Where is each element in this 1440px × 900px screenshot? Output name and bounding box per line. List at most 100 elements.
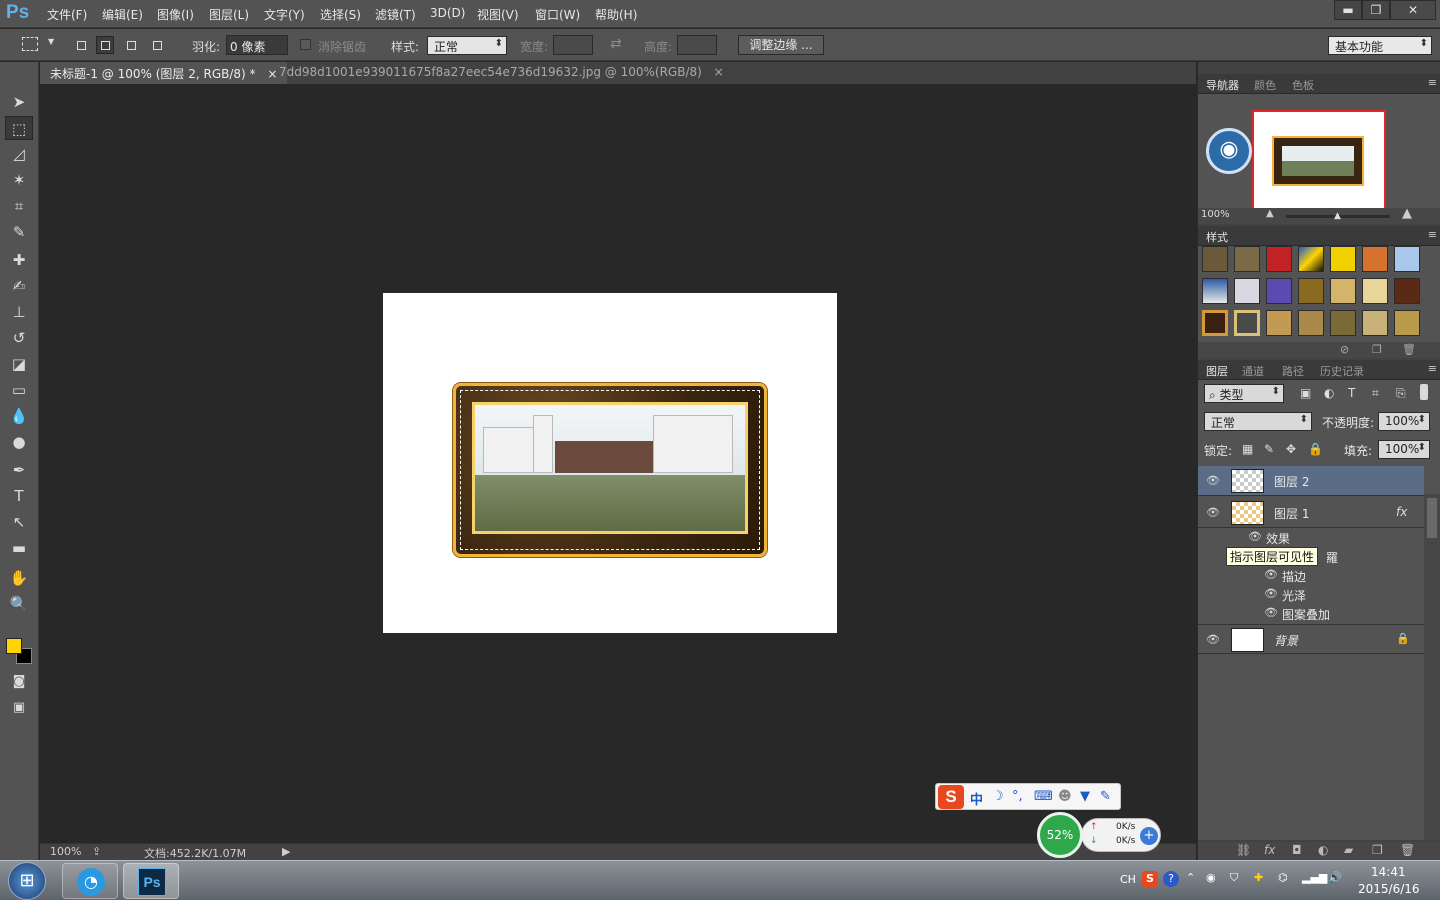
pixel-filter-icon[interactable]: ▣ xyxy=(1300,386,1311,400)
style-swatch[interactable] xyxy=(1394,310,1420,336)
help-icon[interactable]: ? xyxy=(1163,871,1179,887)
effects-row[interactable]: 👁 效果 xyxy=(1198,528,1424,547)
keyboard-icon[interactable]: ⌨ xyxy=(1034,789,1053,804)
navigator-zoom-value[interactable]: 100% xyxy=(1201,209,1230,220)
width-input[interactable] xyxy=(553,35,593,55)
style-select[interactable]: 正常 xyxy=(427,36,507,55)
style-swatch[interactable] xyxy=(1202,310,1228,336)
magic-wand-tool-icon[interactable]: ✶ xyxy=(5,168,33,192)
close-button[interactable]: ✕ xyxy=(1390,0,1436,20)
network-icon[interactable]: ⌬ xyxy=(1278,871,1288,884)
sogou-icon[interactable]: S xyxy=(938,785,964,809)
zoom-tool-icon[interactable]: 🔍 xyxy=(5,592,33,616)
refine-edge-button[interactable]: 调整边缘 ... xyxy=(738,35,824,55)
status-menu-arrow-icon[interactable]: ▶ xyxy=(282,845,290,858)
taskbar-browser[interactable]: ◔ xyxy=(62,863,118,899)
pen-tool-icon[interactable]: ✒ xyxy=(5,458,33,482)
punctuation-icon[interactable]: °, xyxy=(1012,789,1023,804)
style-swatch[interactable] xyxy=(1298,278,1324,304)
sogou-tray-icon[interactable]: S xyxy=(1142,871,1158,887)
document-canvas[interactable] xyxy=(383,293,837,633)
lasso-tool-icon[interactable]: ◿ xyxy=(5,142,33,166)
tab-close-icon[interactable]: × xyxy=(714,65,724,79)
marquee-tool-preset-icon[interactable] xyxy=(22,37,38,51)
memory-usage[interactable]: 52% xyxy=(1037,812,1083,858)
tab-swatches[interactable]: 色板 xyxy=(1292,77,1314,93)
layer-row-background[interactable]: 👁 背景 🔒 xyxy=(1198,624,1424,654)
intersect-selection-icon[interactable] xyxy=(148,36,166,54)
type-tool-icon[interactable]: T xyxy=(5,484,33,508)
lock-transparent-icon[interactable]: ▦ xyxy=(1242,442,1253,456)
style-swatch[interactable] xyxy=(1266,278,1292,304)
effect-row-pattern-overlay[interactable]: 👁 图案叠加 xyxy=(1198,604,1424,623)
gradient-tool-icon[interactable]: ▭ xyxy=(5,378,33,402)
quick-mask-icon[interactable]: ◙ xyxy=(5,670,33,694)
lock-pixels-icon[interactable]: ✎ xyxy=(1264,442,1274,456)
zoom-slider[interactable]: ▲ xyxy=(1286,211,1390,221)
layer-name[interactable]: 图层 1 xyxy=(1274,505,1309,522)
move-tool-icon[interactable]: ➤ xyxy=(5,90,33,114)
volume-icon[interactable]: 🔊 xyxy=(1328,871,1342,884)
menu-3d[interactable]: 3D(D) xyxy=(430,6,465,20)
style-swatch[interactable] xyxy=(1298,310,1324,336)
new-selection-icon[interactable] xyxy=(72,36,90,54)
menu-help[interactable]: 帮助(H) xyxy=(595,6,637,23)
menu-filter[interactable]: 滤镜(T) xyxy=(375,6,416,23)
minimize-button[interactable]: ▬ xyxy=(1334,0,1362,20)
style-swatch[interactable] xyxy=(1202,278,1228,304)
fx-icon[interactable]: fx xyxy=(1396,505,1407,519)
style-swatch[interactable] xyxy=(1330,310,1356,336)
path-select-tool-icon[interactable]: ↖ xyxy=(5,510,33,534)
style-swatch[interactable] xyxy=(1234,310,1260,336)
style-swatch[interactable] xyxy=(1202,246,1228,272)
wifi-tray-icon[interactable]: ◉ xyxy=(1206,871,1216,884)
type-filter-icon[interactable]: T xyxy=(1348,386,1355,400)
crop-tool-icon[interactable]: ⌗ xyxy=(5,194,33,218)
panel-menu-icon[interactable]: ≡ xyxy=(1428,228,1437,241)
dodge-tool-icon[interactable]: ● xyxy=(5,430,33,454)
tools-icon[interactable]: ✎ xyxy=(1100,789,1111,804)
layer-name[interactable]: 背景 xyxy=(1274,632,1298,649)
export-icon[interactable]: ⇪ xyxy=(92,845,101,858)
menu-image[interactable]: 图像(I) xyxy=(157,6,194,23)
screen-mode-icon[interactable]: ▣ xyxy=(5,696,33,720)
style-swatch[interactable] xyxy=(1394,278,1420,304)
chevron-down-icon[interactable]: ▼ xyxy=(48,37,54,46)
skin-icon[interactable]: ▼ xyxy=(1080,789,1090,804)
trash-icon[interactable]: 🗑 xyxy=(1402,343,1416,356)
taskbar-photoshop[interactable]: Ps xyxy=(123,863,179,899)
menu-select[interactable]: 选择(S) xyxy=(320,6,361,23)
panel-menu-icon[interactable]: ≡ xyxy=(1428,362,1437,375)
new-layer-icon[interactable]: ❐ xyxy=(1372,843,1383,857)
lock-position-icon[interactable]: ✥ xyxy=(1286,442,1296,456)
filter-toggle[interactable] xyxy=(1420,384,1428,400)
effect-row-satin[interactable]: 👁 光泽 xyxy=(1198,585,1424,604)
healing-brush-tool-icon[interactable]: ✚ xyxy=(5,248,33,272)
add-style-icon[interactable]: fx xyxy=(1264,843,1275,857)
zoom-in-icon[interactable]: ▲ xyxy=(1402,206,1412,221)
style-swatch[interactable] xyxy=(1330,246,1356,272)
height-input[interactable] xyxy=(677,35,717,55)
add-to-selection-icon[interactable] xyxy=(96,36,114,54)
lock-all-icon[interactable]: 🔒 xyxy=(1308,442,1323,456)
style-swatch[interactable] xyxy=(1298,246,1324,272)
menu-window[interactable]: 窗口(W) xyxy=(535,6,580,23)
eraser-tool-icon[interactable]: ◪ xyxy=(5,352,33,376)
rect-marquee-tool-icon[interactable]: ⬚ xyxy=(5,116,33,140)
subtract-selection-icon[interactable] xyxy=(122,36,140,54)
brush-tool-icon[interactable]: ✍ xyxy=(5,274,33,298)
tab-color[interactable]: 颜色 xyxy=(1254,77,1276,93)
eye-icon[interactable]: 👁 xyxy=(1264,587,1278,600)
new-group-icon[interactable]: ▰ xyxy=(1344,843,1353,857)
style-swatch[interactable] xyxy=(1362,310,1388,336)
hand-tool-icon[interactable]: ✋ xyxy=(5,566,33,590)
eye-icon[interactable]: 👁 xyxy=(1248,530,1262,543)
layers-scrollbar[interactable] xyxy=(1424,494,1440,840)
foreground-color-swatch[interactable] xyxy=(6,638,22,654)
style-swatch[interactable] xyxy=(1330,278,1356,304)
signal-icon[interactable]: ▂▄▆ xyxy=(1302,871,1327,884)
link-layers-icon[interactable]: ⛓ xyxy=(1236,843,1251,857)
menu-edit[interactable]: 编辑(E) xyxy=(102,6,143,23)
blur-tool-icon[interactable]: 💧 xyxy=(5,404,33,428)
zoom-level[interactable]: 100% xyxy=(50,845,81,858)
